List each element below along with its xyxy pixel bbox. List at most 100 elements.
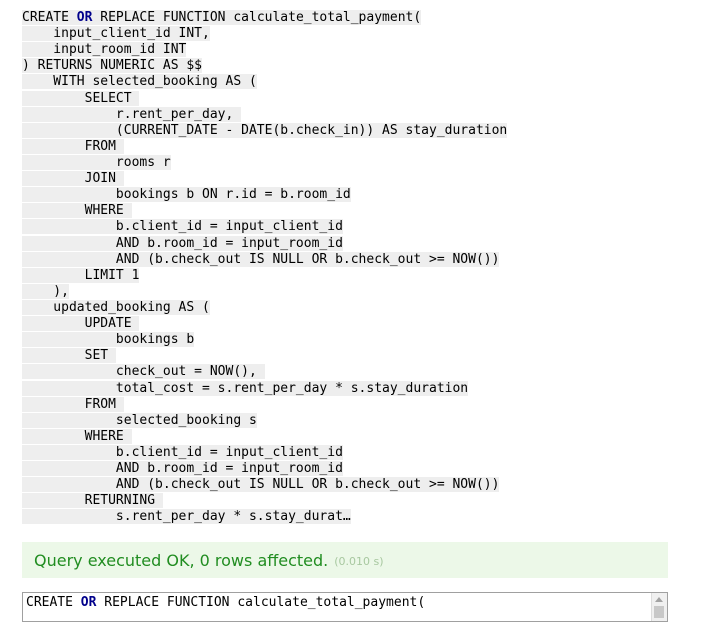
sql-line-segment: WITH selected_booking AS ( bbox=[22, 74, 257, 90]
sql-line-text: RETURNING bbox=[22, 493, 163, 509]
sql-editor[interactable]: CREATE OR REPLACE FUNCTION calculate_tot… bbox=[22, 592, 668, 622]
sql-line: r.rent_per_day, bbox=[22, 106, 507, 123]
sql-line: check_out = NOW(), bbox=[22, 364, 507, 380]
result-execution-time: (0.010 s) bbox=[334, 555, 384, 568]
sql-line: WITH selected_booking AS ( bbox=[22, 74, 507, 90]
sql-line: AND b.room_id = input_room_id bbox=[22, 235, 507, 252]
sql-line-segment: bookings b bbox=[22, 332, 195, 348]
sql-line-text: input_client_id INT, bbox=[22, 26, 210, 42]
editor-scrollbar[interactable] bbox=[651, 593, 667, 621]
sql-line-text: updated_booking AS ( bbox=[22, 299, 210, 315]
sql-keyword: OR bbox=[76, 10, 93, 25]
sql-line: b.client_id = input_client_id bbox=[22, 219, 507, 235]
sql-line-segment: LIMIT 1 bbox=[22, 267, 140, 283]
sql-line-segment: AND (b.check_out IS NULL OR b.check_out … bbox=[22, 251, 500, 267]
sql-line-segment: b.client_id = input_client_id bbox=[22, 219, 343, 235]
sql-line: WHERE bbox=[22, 428, 507, 445]
sql-line: AND b.room_id = input_room_id bbox=[22, 461, 507, 477]
sql-line-segment: REPLACE FUNCTION calculate_total_payment… bbox=[92, 10, 422, 25]
sql-line: selected_booking s bbox=[22, 412, 507, 429]
sql-line: AND (b.check_out IS NULL OR b.check_out … bbox=[22, 251, 507, 268]
sql-line-text: (CURRENT_DATE - DATE(b.check_in)) AS sta… bbox=[22, 122, 508, 138]
sql-line-text: bookings b ON r.id = b.room_id bbox=[22, 187, 351, 203]
sql-line-segment: UPDATE bbox=[22, 316, 140, 332]
sql-line: FROM bbox=[22, 396, 507, 413]
sql-line-segment: AND (b.check_out IS NULL OR b.check_out … bbox=[22, 477, 500, 493]
sql-line-segment: (CURRENT_DATE - DATE(b.check_in)) AS sta… bbox=[22, 122, 508, 138]
sql-line-segment: updated_booking AS ( bbox=[22, 299, 210, 315]
sql-line-text: input_room_id INT bbox=[22, 42, 187, 58]
sql-line-segment: SELECT bbox=[22, 90, 140, 106]
sql-line: SET bbox=[22, 348, 507, 364]
sql-line-segment: input_room_id INT bbox=[22, 42, 187, 58]
sql-line: input_client_id INT, bbox=[22, 26, 507, 42]
sql-line-segment: AND b.room_id = input_room_id bbox=[22, 235, 343, 251]
sql-line-text: bookings b bbox=[22, 332, 195, 348]
sql-line: WHERE bbox=[22, 203, 507, 219]
sql-line: bookings b ON r.id = b.room_id bbox=[22, 187, 507, 203]
sql-line: ), bbox=[22, 283, 507, 300]
sql-line-segment: r.rent_per_day, bbox=[22, 106, 242, 122]
sql-line: total_cost = s.rent_per_day * s.stay_dur… bbox=[22, 380, 507, 397]
sql-line-segment: bookings b ON r.id = b.room_id bbox=[22, 187, 351, 203]
sql-editor-text[interactable]: CREATE OR REPLACE FUNCTION calculate_tot… bbox=[26, 595, 425, 610]
sql-line: UPDATE bbox=[22, 316, 507, 332]
sql-line: SELECT bbox=[22, 90, 507, 107]
sql-line-text: WITH selected_booking AS ( bbox=[22, 74, 257, 90]
sql-line-text: check_out = NOW(), bbox=[22, 364, 265, 380]
sql-line: RETURNING bbox=[22, 493, 507, 509]
sql-line-text: AND b.room_id = input_room_id bbox=[22, 461, 343, 477]
sql-line: b.client_id = input_client_id bbox=[22, 444, 507, 461]
scroll-up-arrow-icon[interactable] bbox=[655, 597, 663, 602]
sql-line-text: WHERE bbox=[22, 428, 132, 444]
sql-line-text: rooms r bbox=[22, 154, 171, 170]
sql-line: LIMIT 1 bbox=[22, 267, 507, 284]
sql-line-text: AND b.room_id = input_room_id bbox=[22, 235, 343, 251]
sql-line-segment: selected_booking s bbox=[22, 412, 257, 428]
sql-line-text: s.rent_per_day * s.stay_durat… bbox=[22, 509, 351, 525]
sql-line-text: AND (b.check_out IS NULL OR b.check_out … bbox=[22, 251, 500, 267]
sql-line-text: SELECT bbox=[22, 90, 140, 106]
sql-line: rooms r bbox=[22, 154, 507, 171]
sql-line-segment: JOIN bbox=[22, 171, 124, 187]
result-message-text: Query executed OK, 0 rows affected. bbox=[34, 550, 329, 570]
sql-line: AND (b.check_out IS NULL OR b.check_out … bbox=[22, 477, 507, 493]
scrollbar-thumb[interactable] bbox=[654, 606, 664, 618]
sql-line-text: total_cost = s.rent_per_day * s.stay_dur… bbox=[22, 380, 469, 396]
sql-line-segment: ) RETURNS NUMERIC AS $$ bbox=[22, 58, 203, 74]
sql-line-text: FROM bbox=[22, 138, 124, 154]
sql-line-segment: rooms r bbox=[22, 154, 171, 170]
sql-line-text: ) RETURNS NUMERIC AS $$ bbox=[22, 58, 203, 74]
sql-line-text: LIMIT 1 bbox=[22, 267, 140, 283]
sql-line-segment: CREATE bbox=[22, 10, 77, 25]
sql-line-segment: ), bbox=[22, 283, 69, 299]
sql-line-text: ), bbox=[22, 283, 69, 299]
sql-line-segment: FROM bbox=[22, 396, 124, 412]
sql-line-segment: total_cost = s.rent_per_day * s.stay_dur… bbox=[22, 380, 469, 396]
editor-keyword: OR bbox=[80, 595, 97, 610]
sql-line: CREATE OR REPLACE FUNCTION calculate_tot… bbox=[22, 10, 507, 26]
editor-text-post: REPLACE FUNCTION calculate_total_payment… bbox=[96, 595, 426, 610]
sql-line-segment: b.client_id = input_client_id bbox=[22, 444, 343, 460]
sql-line-segment: FROM bbox=[22, 138, 124, 154]
sql-line-text: FROM bbox=[22, 396, 124, 412]
sql-line-segment: check_out = NOW(), bbox=[22, 364, 265, 380]
sql-line: updated_booking AS ( bbox=[22, 299, 507, 316]
sql-line-text: AND (b.check_out IS NULL OR b.check_out … bbox=[22, 477, 500, 493]
sql-line: (CURRENT_DATE - DATE(b.check_in)) AS sta… bbox=[22, 122, 508, 139]
sql-line-text: JOIN bbox=[22, 171, 124, 187]
sql-line-segment: WHERE bbox=[22, 428, 132, 444]
sql-line: s.rent_per_day * s.stay_durat… bbox=[22, 509, 507, 525]
sql-line-text: UPDATE bbox=[22, 316, 140, 332]
sql-line: input_room_id INT bbox=[22, 42, 507, 58]
sql-line: JOIN bbox=[22, 171, 507, 187]
query-result-message: Query executed OK, 0 rows affected. (0.0… bbox=[22, 542, 668, 578]
sql-line-segment: WHERE bbox=[22, 203, 132, 219]
sql-line: bookings b bbox=[22, 332, 507, 348]
sql-line: ) RETURNS NUMERIC AS $$ bbox=[22, 58, 507, 74]
sql-line-text: WHERE bbox=[22, 203, 132, 219]
sql-line-segment: SET bbox=[22, 348, 116, 364]
sql-query-display: CREATE OR REPLACE FUNCTION calculate_tot… bbox=[22, 10, 508, 526]
editor-text-pre: CREATE bbox=[26, 595, 81, 610]
sql-line-segment: AND b.room_id = input_room_id bbox=[22, 461, 343, 477]
